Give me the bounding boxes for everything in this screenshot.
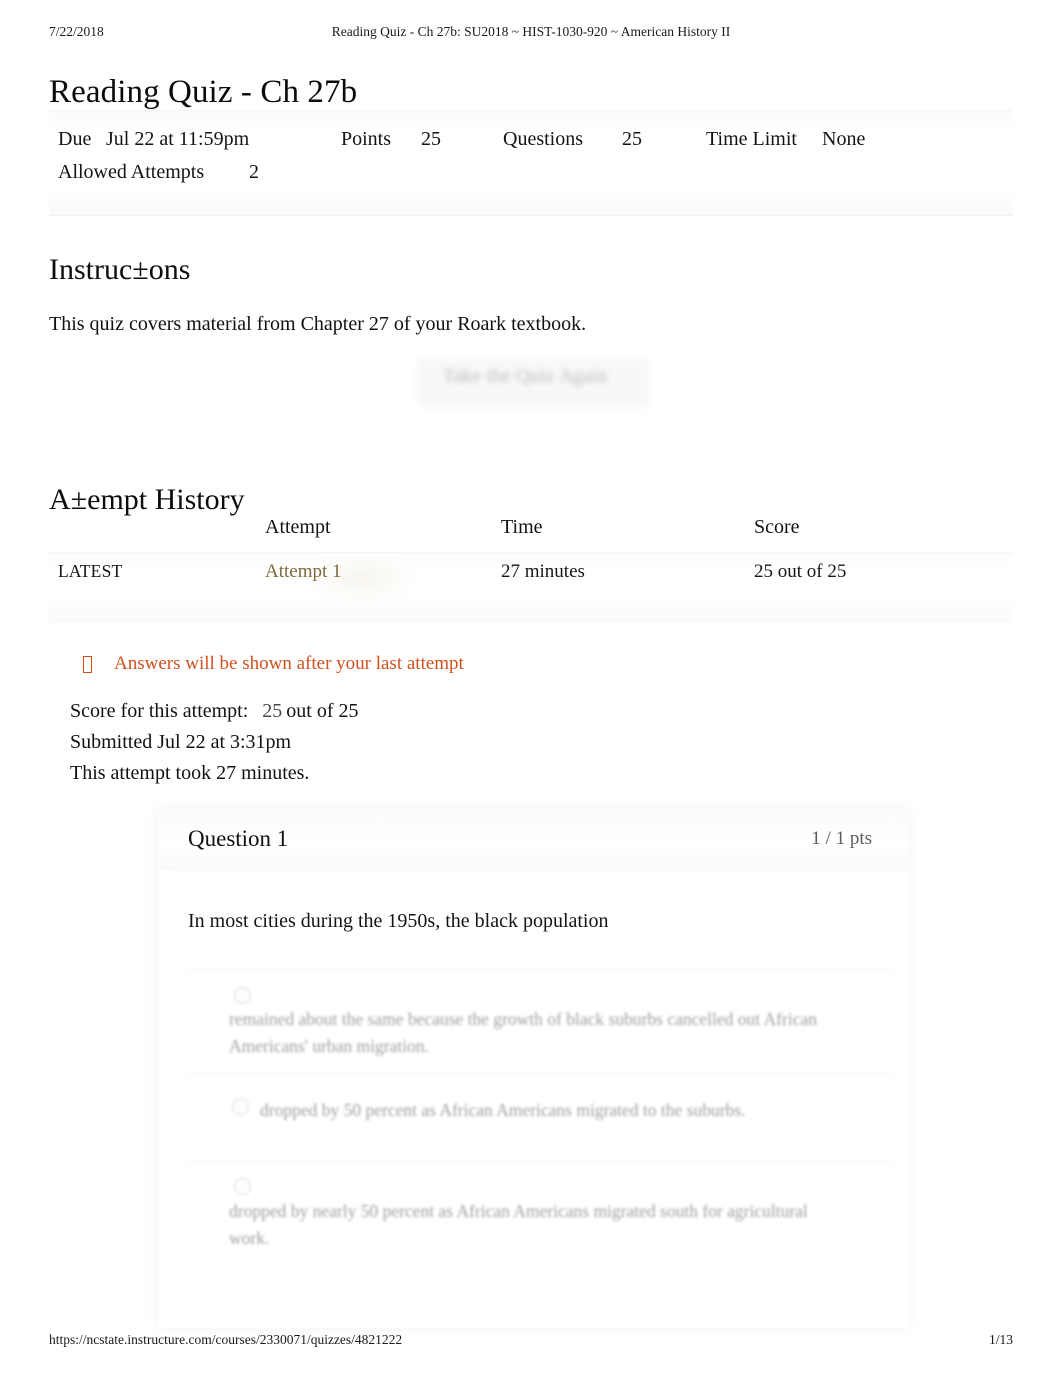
take-quiz-again-button[interactable]: Take the Quiz Again — [409, 353, 657, 417]
attempt-1-link[interactable]: Attempt 1 — [265, 561, 342, 583]
score-for-attempt-outof: out of 25 — [286, 700, 359, 722]
column-header-time: Time — [501, 516, 543, 538]
print-footer: https://ncstate.instructure.com/courses/… — [0, 1332, 1062, 1352]
score-for-attempt-label: Score for this attempt: — [70, 700, 249, 722]
allowed-attempts-value: 2 — [249, 161, 259, 183]
answers-shown-notice-text: Answers will be shown after your last at… — [114, 653, 464, 674]
due-value: Jul 22 at 11:59pm — [106, 128, 250, 150]
answer-option-text: remained about the same because the grow… — [229, 1009, 817, 1056]
column-header-attempt: Attempt — [265, 516, 331, 538]
answer-option-text: dropped by nearly 50 percent as African … — [229, 1201, 808, 1248]
submitted-line: Submitted Jul 22 at 3:31pm — [70, 731, 292, 753]
answer-option[interactable]: remained about the same because the grow… — [188, 970, 894, 1074]
allowed-attempts-label: Allowed Attempts — [58, 161, 205, 183]
attempt-time-value: 27 minutes — [501, 561, 585, 582]
duration-line: This attempt took 27 minutes. — [70, 762, 310, 784]
page-title: Reading Quiz - Ch 27b — [49, 74, 358, 111]
radio-button-icon[interactable] — [234, 987, 251, 1004]
instructions-heading: Instruc±ons — [49, 252, 191, 286]
answer-divider — [188, 970, 894, 971]
answer-option[interactable]: dropped by nearly 50 percent as African … — [188, 1162, 894, 1266]
footer-url: https://ncstate.instructure.com/courses/… — [49, 1332, 403, 1347]
attempt-history-header-row: Attempt Time Score — [49, 510, 1013, 552]
quiz-details-strip: Due Jul 22 at 11:59pm Points 25 Question… — [49, 110, 1013, 216]
time-limit-value: None — [822, 128, 866, 150]
questions-value: 25 — [622, 128, 642, 150]
time-limit-label: Time Limit — [706, 128, 797, 150]
column-header-score: Score — [754, 516, 800, 538]
radio-button-icon[interactable] — [234, 1178, 251, 1195]
print-document-title: Reading Quiz - Ch 27b: SU2018 ~ HIST-103… — [331, 24, 731, 39]
score-for-attempt-value: 25 — [262, 700, 283, 722]
points-label: Points — [341, 128, 392, 150]
footer-page-number: 1/13 — [988, 1332, 1013, 1347]
question-points: 1 / 1 pts — [811, 828, 872, 849]
question-number: Question 1 — [188, 826, 289, 851]
answer-option-text: dropped by 50 percent as African America… — [260, 1100, 746, 1120]
attempt-score-value: 25 out of 25 — [754, 561, 847, 582]
question-card: Question 1 1 / 1 pts In most cities duri… — [158, 808, 908, 1328]
answer-option[interactable]: dropped by 50 percent as African America… — [188, 1074, 894, 1162]
attempt-score-line: Score for this attempt: 25 out of 25 — [70, 700, 359, 723]
points-value: 25 — [421, 128, 441, 150]
answer-divider — [188, 1074, 894, 1075]
latest-badge: LATEST — [58, 561, 123, 581]
instructions-body: This quiz covers material from Chapter 2… — [49, 313, 587, 335]
question-body: In most cities during the 1950s, the bla… — [172, 870, 908, 1328]
attempt-history-table: Attempt Time Score LATEST Attempt 1 27 m… — [49, 510, 1013, 623]
table-row: LATEST Attempt 1 27 minutes 25 out of 25 — [49, 552, 1013, 602]
answer-options: remained about the same because the grow… — [188, 970, 894, 1266]
print-header: 7/22/2018 Reading Quiz - Ch 27b: SU2018 … — [0, 24, 1062, 42]
radio-button-icon[interactable] — [232, 1098, 249, 1115]
due-label: Due — [58, 128, 92, 150]
question-header: Question 1 1 / 1 pts — [158, 808, 908, 870]
question-prompt: In most cities during the 1950s, the bla… — [188, 910, 609, 932]
answer-divider — [188, 1162, 894, 1163]
take-quiz-again-label: Take the Quiz Again — [442, 365, 608, 387]
questions-label: Questions — [503, 128, 583, 150]
missing-glyph-box-icon — [83, 656, 92, 673]
